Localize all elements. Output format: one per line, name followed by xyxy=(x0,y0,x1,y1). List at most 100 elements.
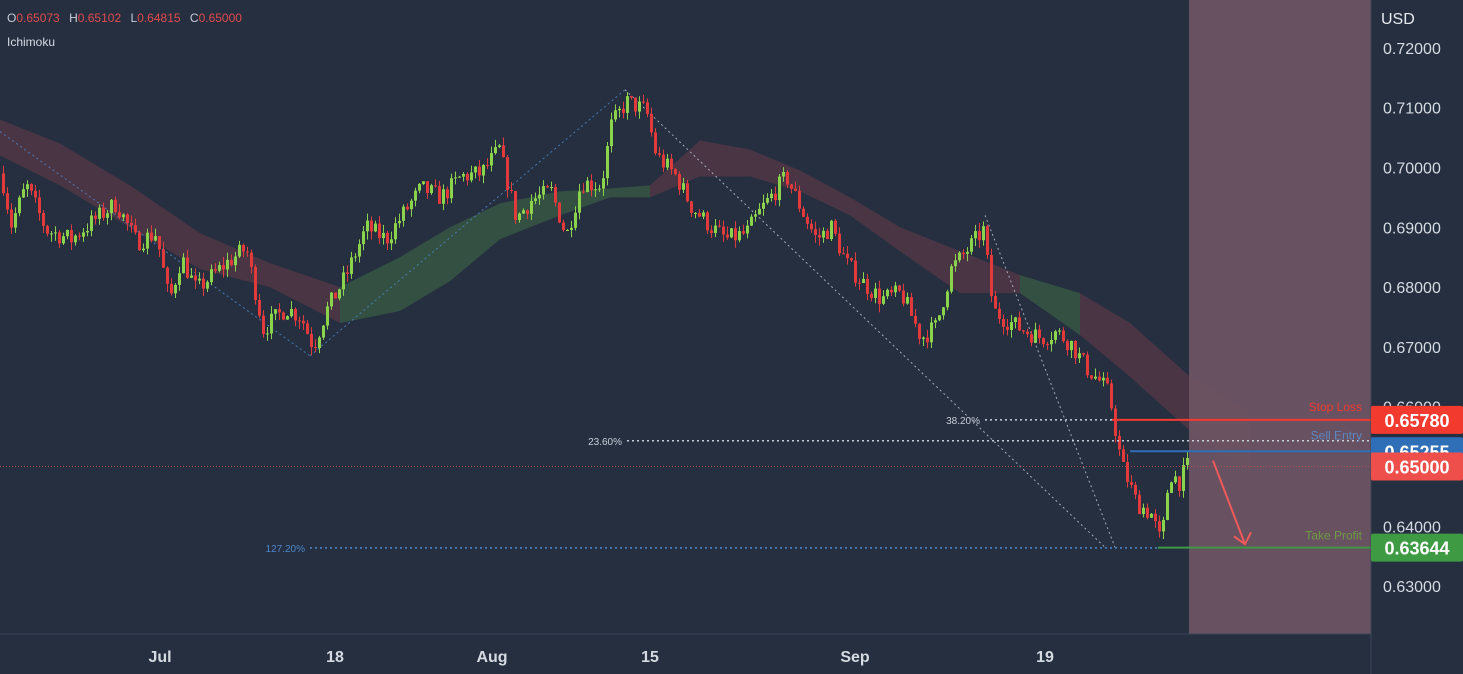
candle-body xyxy=(810,223,813,230)
candle-body xyxy=(54,232,57,234)
current-price-tag-text: 0.65000 xyxy=(1384,458,1449,478)
candle-body xyxy=(514,191,517,221)
candle-body xyxy=(578,191,581,213)
candle-body xyxy=(950,266,953,292)
candle-body xyxy=(1034,329,1037,343)
candle-body xyxy=(546,186,549,188)
candle-body xyxy=(714,225,717,234)
candle-body xyxy=(1186,458,1189,466)
candle-body xyxy=(934,320,937,323)
price-chart[interactable]: 38.20% 23.60% 127.20% Stop Loss Sell Entry Ta… xyxy=(0,0,1463,674)
candle-body xyxy=(110,199,113,214)
candle-body xyxy=(786,172,789,185)
x-tick-label: Sep xyxy=(840,649,870,666)
candle-body xyxy=(614,110,617,120)
candle-body xyxy=(1078,353,1081,359)
candle-body xyxy=(210,269,213,283)
candle-body xyxy=(462,173,465,177)
candle-body xyxy=(630,96,633,98)
candle-body xyxy=(346,272,349,274)
candle-body xyxy=(442,189,445,204)
candle-body xyxy=(498,145,501,148)
candle-body xyxy=(414,190,417,201)
candle-body xyxy=(774,193,777,201)
candle-body xyxy=(926,337,929,343)
take-profit-label: Take Profit xyxy=(1305,529,1362,543)
candle-body xyxy=(710,230,713,234)
candle-body xyxy=(370,220,373,232)
candle-body xyxy=(770,193,773,199)
candle-body xyxy=(1042,338,1045,345)
candle-body xyxy=(758,208,761,215)
candle-body xyxy=(194,275,197,281)
candle-body xyxy=(490,153,493,166)
candle-body xyxy=(62,236,65,244)
candle-body xyxy=(734,228,737,241)
candle-body xyxy=(962,252,965,254)
candle-body xyxy=(982,226,985,241)
candle-body xyxy=(142,248,145,251)
candle-body xyxy=(746,225,749,234)
candle-body xyxy=(634,97,637,112)
candle-body xyxy=(766,198,769,203)
candle-body xyxy=(1150,513,1153,518)
candle-body xyxy=(350,257,353,274)
candle-body xyxy=(278,309,281,313)
candle-body xyxy=(886,289,889,297)
candle-body xyxy=(618,108,621,111)
candle-body xyxy=(1138,494,1141,515)
candle-body xyxy=(846,253,849,259)
candle-body xyxy=(98,207,101,219)
candle-body xyxy=(246,251,249,253)
candle-body xyxy=(290,309,293,317)
y-tick-label: 0.70000 xyxy=(1383,160,1441,177)
candle-body xyxy=(698,212,701,217)
candle-body xyxy=(518,213,521,221)
take-profit-tag-text: 0.63644 xyxy=(1384,539,1449,559)
candle-body xyxy=(218,265,221,271)
high-label: H xyxy=(69,11,78,25)
candle-body xyxy=(538,194,541,199)
candle-body xyxy=(686,183,689,202)
candle-body xyxy=(742,231,745,234)
candle-body xyxy=(1074,340,1077,359)
candle-body xyxy=(890,289,893,293)
candle-body xyxy=(70,229,73,243)
candle-body xyxy=(94,215,97,219)
indicator-label[interactable]: Ichimoku xyxy=(7,35,55,49)
candle-body xyxy=(438,186,441,204)
candle-body xyxy=(134,225,137,233)
candle-body xyxy=(1090,375,1093,379)
x-tick-label: Jul xyxy=(148,649,171,666)
candle-body xyxy=(838,233,841,254)
candle-body xyxy=(1098,376,1101,381)
close-label: C xyxy=(189,11,199,25)
candle-body xyxy=(446,189,449,199)
candle-body xyxy=(690,201,693,213)
low-value: 0.64815 xyxy=(137,11,181,25)
candle-body xyxy=(150,232,153,241)
y-tick-label: 0.71000 xyxy=(1383,101,1441,118)
candle-body xyxy=(542,186,545,195)
candle-body xyxy=(66,229,69,237)
candle-body xyxy=(1182,465,1185,491)
candle-body xyxy=(622,108,625,113)
candle-body xyxy=(190,275,193,278)
candle-body xyxy=(650,113,653,133)
candle-body xyxy=(318,337,321,349)
candle-body xyxy=(1106,377,1109,384)
candle-body xyxy=(450,178,453,199)
candle-body xyxy=(666,158,669,168)
fib-label: 23.60% xyxy=(588,437,622,448)
x-tick-label: Aug xyxy=(476,649,507,666)
candle-body xyxy=(454,177,457,179)
candle-body xyxy=(466,173,469,181)
candle-body xyxy=(1118,435,1121,450)
candle-body xyxy=(922,337,925,339)
candle-body xyxy=(1046,344,1049,346)
fib-label: 127.20% xyxy=(266,544,306,555)
candle-body xyxy=(790,184,793,189)
candle-body xyxy=(42,213,45,226)
candle-body xyxy=(730,228,733,238)
candle-body xyxy=(202,278,205,289)
